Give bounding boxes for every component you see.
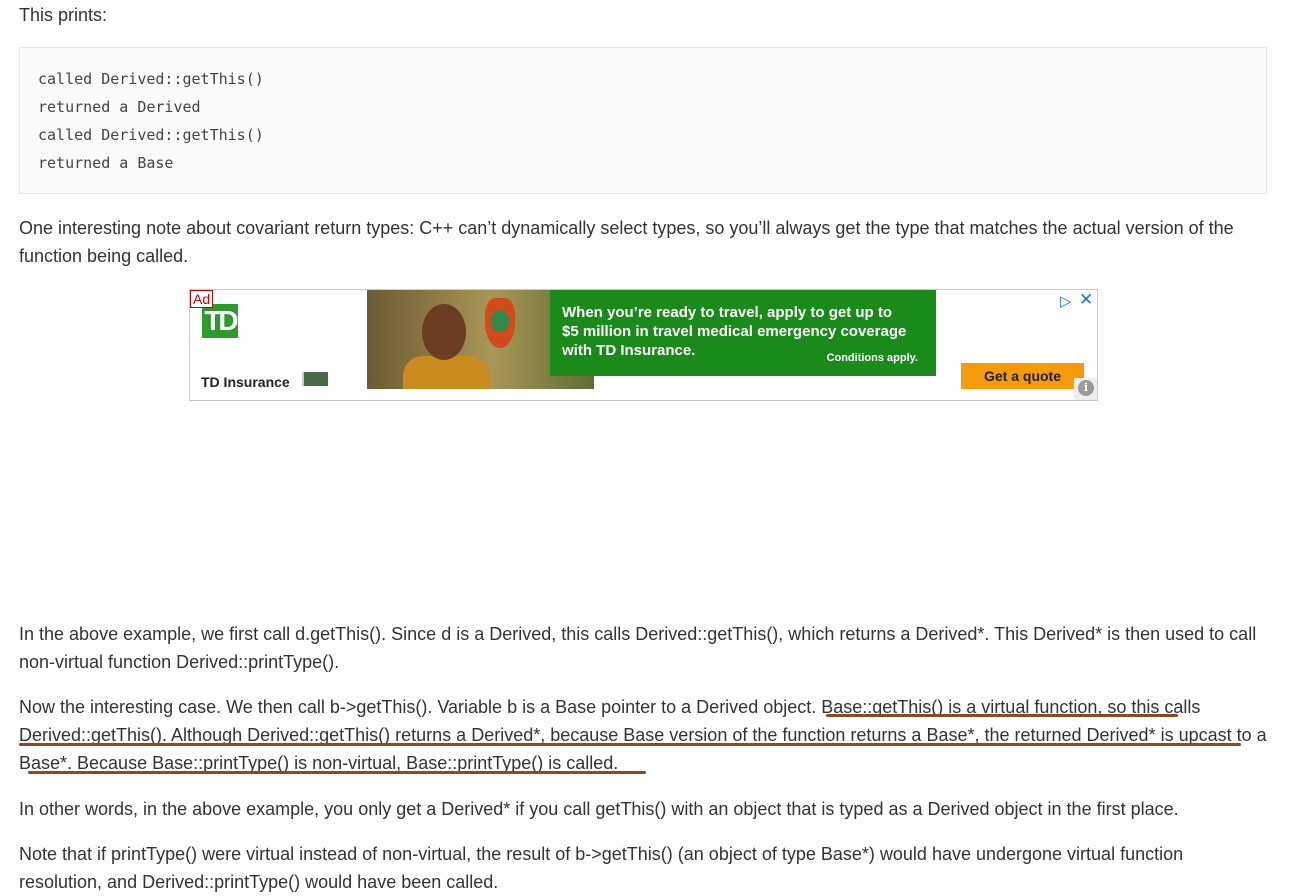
ad-badge: Ad xyxy=(190,290,214,308)
ad-message-panel[interactable]: When you’re ready to travel, apply to ge… xyxy=(550,290,936,376)
ad-conditions: Conditions apply. xyxy=(826,352,918,364)
hand-underline xyxy=(826,714,1178,717)
paragraph-interesting-case: Now the interesting case. We then call b… xyxy=(19,693,1269,777)
paragraph-other-words: In other words, in the above example, yo… xyxy=(19,799,1179,819)
paragraph-example: In the above example, we first call d.ge… xyxy=(19,624,1257,672)
ad-info-button[interactable]: i xyxy=(1074,378,1097,400)
covariant-note: One interesting note about covariant ret… xyxy=(19,218,1234,266)
ad-message-line-3: with TD Insurance. xyxy=(562,342,696,359)
hand-underline xyxy=(28,771,646,774)
intro-text: This prints: xyxy=(19,5,108,25)
photo-person-face xyxy=(422,304,466,360)
ad-brand-name: TD Insurance xyxy=(201,374,290,390)
code-line: called Derived::getThis() xyxy=(38,70,264,88)
td-shield-icon xyxy=(302,372,328,386)
ad-message-line-2: in travel medical emergency coverage xyxy=(631,323,907,340)
code-block: called Derived::getThis() returned a Der… xyxy=(19,47,1267,194)
ad-message-line-1: When you’re ready to travel, apply to ge… xyxy=(562,304,893,321)
code-line: returned a Derived xyxy=(38,98,201,116)
close-ad-icon[interactable]: ✕ xyxy=(1079,290,1093,310)
ad-banner[interactable]: Ad TD TD Insurance When you’re ready to … xyxy=(189,289,1098,401)
code-line: called Derived::getThis() xyxy=(38,126,264,144)
code-line: returned a Base xyxy=(38,154,174,172)
photo-person-shirt xyxy=(403,356,489,389)
paragraph-virtual-note: Note that if printType() were virtual in… xyxy=(19,844,1184,892)
get-a-quote-button[interactable]: Get a quote xyxy=(961,363,1084,389)
ad-message-amount: $5 million xyxy=(562,323,632,340)
hand-underline xyxy=(19,743,1241,746)
paragraph-text: Now the interesting case. We then call b… xyxy=(19,697,822,717)
td-logo[interactable]: TD xyxy=(202,304,239,338)
paragraph-text: . xyxy=(613,753,619,773)
adchoices-icon[interactable]: ▷ xyxy=(1060,292,1072,310)
photo-parrot-wing xyxy=(491,310,509,332)
info-icon: i xyxy=(1078,380,1094,396)
